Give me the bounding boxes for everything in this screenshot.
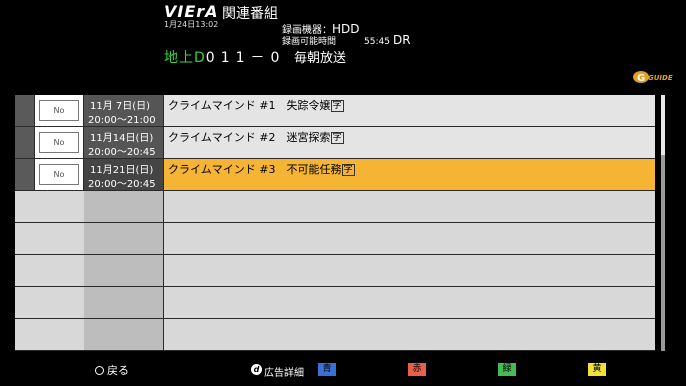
no-image-label: No Image bbox=[39, 100, 79, 134]
thumbnail: No Image bbox=[35, 127, 83, 166]
back-button-icon bbox=[95, 366, 104, 375]
date-text: 11月14日(日) bbox=[90, 133, 154, 144]
list-item[interactable]: No Image 11月 7日(日) 20:00〜21:00 クライムマインド … bbox=[15, 95, 655, 134]
empty-row bbox=[15, 319, 655, 350]
empty-row bbox=[15, 223, 655, 254]
program-title: クライムマインド #1 失踪令嬢 bbox=[168, 99, 331, 112]
subtitle-badge: 字 bbox=[330, 100, 344, 112]
channel-info: 地上D011－0 bbox=[164, 47, 285, 67]
program-title: クライムマインド #2 迷宮探索 bbox=[168, 131, 331, 144]
empty-row bbox=[15, 287, 655, 318]
yellow-button[interactable]: 黄 bbox=[588, 363, 606, 376]
red-button[interactable]: 赤 bbox=[408, 363, 426, 376]
empty-row bbox=[15, 191, 655, 222]
time-text: 20:00〜20:45 bbox=[88, 147, 156, 158]
station-name: 毎朝放送 bbox=[294, 51, 347, 66]
channel-type: 地上D bbox=[164, 50, 206, 66]
subtitle-badge: 字 bbox=[330, 132, 344, 144]
program-title-cell: クライムマインド #2 迷宮探索字 bbox=[164, 127, 655, 158]
date-text: 11月21日(日) bbox=[90, 165, 154, 176]
time-text: 20:00〜20:45 bbox=[88, 179, 156, 190]
list-item[interactable]: No Image 11月14日(日) 20:00〜20:45 クライムマインド … bbox=[15, 127, 655, 166]
g-guide-logo-icon: G GUIDE bbox=[633, 71, 673, 84]
air-date: 11月 7日(日) 20:00〜21:00 bbox=[84, 95, 163, 126]
guide-text: GUIDE bbox=[648, 74, 673, 82]
date-text: 11月 7日(日) bbox=[90, 101, 151, 112]
empty-row bbox=[15, 255, 655, 286]
list-item-selected[interactable]: No Image 11月21日(日) 20:00〜20:45 クライムマインド … bbox=[15, 159, 655, 198]
d-button-icon: d bbox=[251, 364, 262, 375]
program-title: クライムマインド #3 不可能任務 bbox=[168, 163, 342, 176]
no-image-label: No Image bbox=[39, 164, 79, 198]
subtitle-badge: 字 bbox=[341, 164, 355, 176]
thumbnail: No Image bbox=[35, 159, 83, 198]
air-date: 11月21日(日) 20:00〜20:45 bbox=[84, 159, 163, 190]
no-image-label: No Image bbox=[39, 132, 79, 166]
scrollbar-thumb[interactable] bbox=[661, 95, 665, 155]
rec-time-info: 録画可能時間 55:45 DR bbox=[282, 33, 411, 47]
related-programs-list: No Image 11月 7日(日) 20:00〜21:00 クライムマインド … bbox=[15, 95, 655, 351]
thumbnail: No Image bbox=[35, 95, 83, 134]
blue-button[interactable]: 青 bbox=[318, 363, 336, 376]
svg-text:G: G bbox=[637, 73, 645, 84]
rec-time-label: 録画可能時間 bbox=[282, 37, 337, 47]
clock: 1月24日13:02 bbox=[164, 20, 219, 29]
program-title-cell: クライムマインド #3 不可能任務字 bbox=[164, 159, 655, 190]
rec-time-value: 55:45 bbox=[364, 37, 390, 47]
time-text: 20:00〜21:00 bbox=[88, 115, 156, 126]
channel-number: 011－0 bbox=[205, 50, 286, 66]
program-title-cell: クライムマインド #1 失踪令嬢字 bbox=[164, 95, 655, 126]
green-button[interactable]: 緑 bbox=[498, 363, 516, 376]
back-button-label[interactable]: 戻る bbox=[107, 362, 129, 378]
air-date: 11月14日(日) 20:00〜20:45 bbox=[84, 127, 163, 158]
rec-mode: DR bbox=[392, 33, 411, 47]
page-title: 関連番組 bbox=[222, 6, 278, 22]
ad-details-button[interactable]: 広告詳細 bbox=[264, 364, 304, 379]
